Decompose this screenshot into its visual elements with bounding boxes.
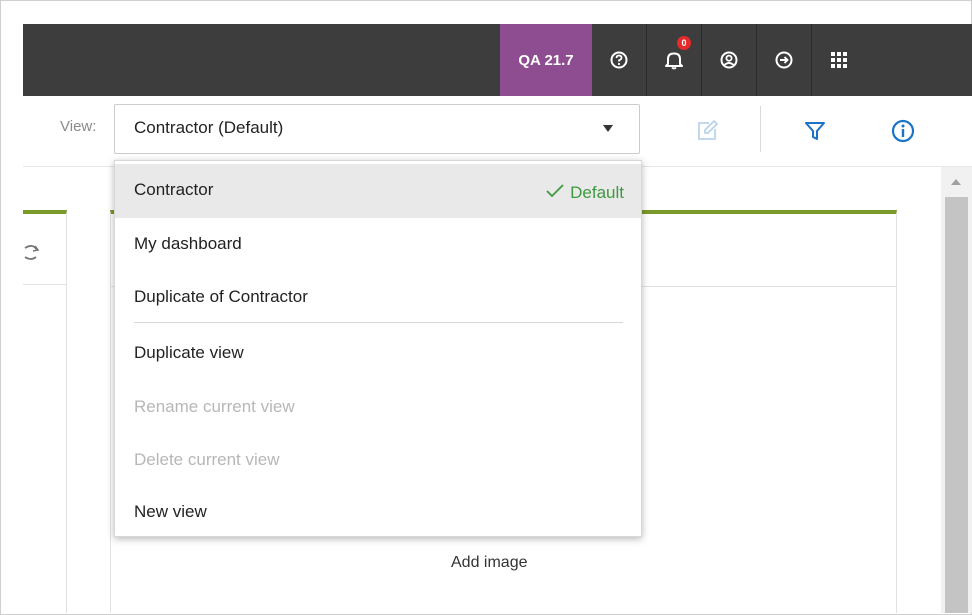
user-icon — [720, 51, 738, 69]
menu-item-label: My dashboard — [134, 234, 242, 253]
dropdown-caret-icon — [603, 125, 613, 132]
edit-icon — [698, 120, 718, 140]
refresh-icon[interactable] — [23, 240, 43, 264]
scrollbar-thumb[interactable] — [945, 197, 968, 613]
help-icon — [610, 51, 628, 69]
apps-menu-button[interactable] — [812, 24, 866, 96]
new-view-action[interactable]: New view — [115, 486, 641, 540]
add-image-link[interactable]: Add image — [451, 554, 528, 572]
help-button[interactable] — [592, 24, 646, 96]
panel-header-divider — [23, 284, 67, 285]
logout-button[interactable] — [757, 24, 811, 96]
delete-view-action: Delete current view — [115, 434, 641, 488]
default-label: Default — [570, 183, 624, 202]
notification-count-badge: 0 — [677, 36, 691, 50]
menu-item-label: Rename current view — [134, 397, 295, 416]
view-option-my-dashboard[interactable]: My dashboard — [115, 218, 641, 272]
environment-badge[interactable]: QA 21.7 — [500, 24, 592, 96]
scroll-up-arrow-icon[interactable] — [951, 179, 961, 185]
user-profile-button[interactable] — [702, 24, 756, 96]
vertical-scrollbar[interactable] — [941, 167, 972, 613]
view-select[interactable]: Contractor (Default) — [114, 104, 640, 154]
menu-item-label: Delete current view — [134, 450, 280, 469]
view-option-contractor[interactable]: Contractor Default — [115, 164, 641, 218]
view-label: View: — [60, 118, 97, 135]
info-button[interactable] — [888, 116, 918, 146]
duplicate-view-action[interactable]: Duplicate view — [115, 327, 641, 381]
left-widget-panel — [23, 210, 67, 613]
filter-button[interactable] — [800, 116, 830, 146]
view-dropdown-menu: Contractor Default My dashboard Duplicat… — [114, 160, 642, 537]
toolbar-divider — [760, 106, 761, 152]
apps-grid-icon — [831, 52, 847, 68]
notifications-button[interactable]: 0 — [647, 24, 701, 96]
menu-item-label: New view — [134, 502, 207, 521]
menu-item-label: Duplicate of Contractor — [134, 287, 308, 306]
menu-divider — [134, 322, 623, 323]
rename-view-action: Rename current view — [115, 381, 641, 435]
default-tag: Default — [546, 183, 624, 203]
bell-icon — [665, 52, 683, 70]
edit-view-button[interactable] — [692, 116, 722, 146]
menu-item-label: Contractor — [134, 180, 214, 199]
menu-item-label: Duplicate view — [134, 343, 244, 362]
info-icon — [891, 119, 915, 143]
top-bar: QA 21.7 0 — [23, 24, 972, 96]
view-select-value: Contractor (Default) — [134, 118, 284, 137]
checkmark-icon — [546, 184, 564, 198]
filter-icon — [805, 122, 825, 140]
view-toolbar: View: Contractor (Default) — [23, 96, 972, 167]
logout-icon — [775, 51, 793, 69]
view-option-duplicate-of-contractor[interactable]: Duplicate of Contractor — [115, 271, 641, 325]
